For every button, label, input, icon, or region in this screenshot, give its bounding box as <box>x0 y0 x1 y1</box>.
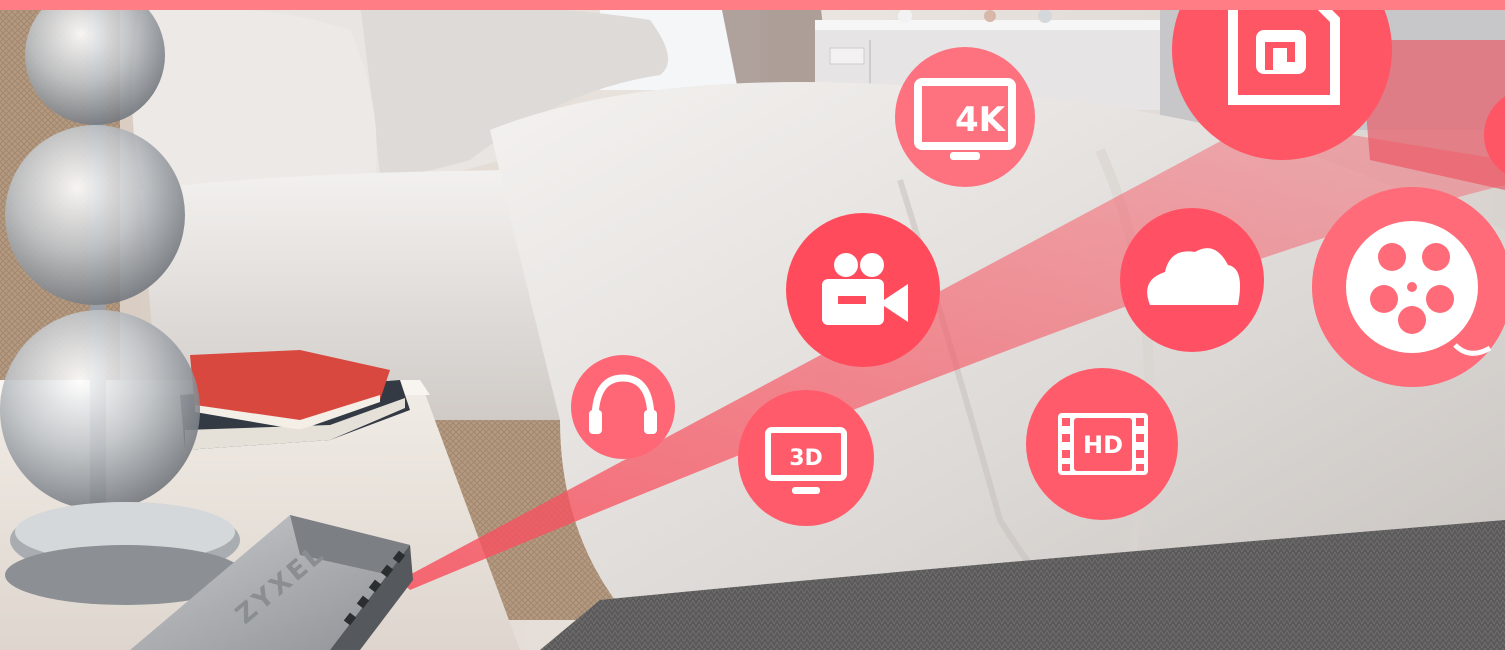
icon-video-camera <box>786 213 940 367</box>
label-4k: 4K <box>955 100 1007 140</box>
label-3d: 3D <box>789 446 823 471</box>
bedroom-scene: 4K 3D HD ZYXEL <box>0 0 1505 650</box>
icon-cloud <box>1120 208 1264 352</box>
icon-headphones <box>571 355 675 459</box>
label-hd: HD <box>1083 431 1123 459</box>
icon-film-reel <box>1312 187 1505 387</box>
top-accent-stripe <box>0 0 1505 10</box>
scene-artwork: 4K 3D HD ZYXEL <box>0 0 1505 650</box>
